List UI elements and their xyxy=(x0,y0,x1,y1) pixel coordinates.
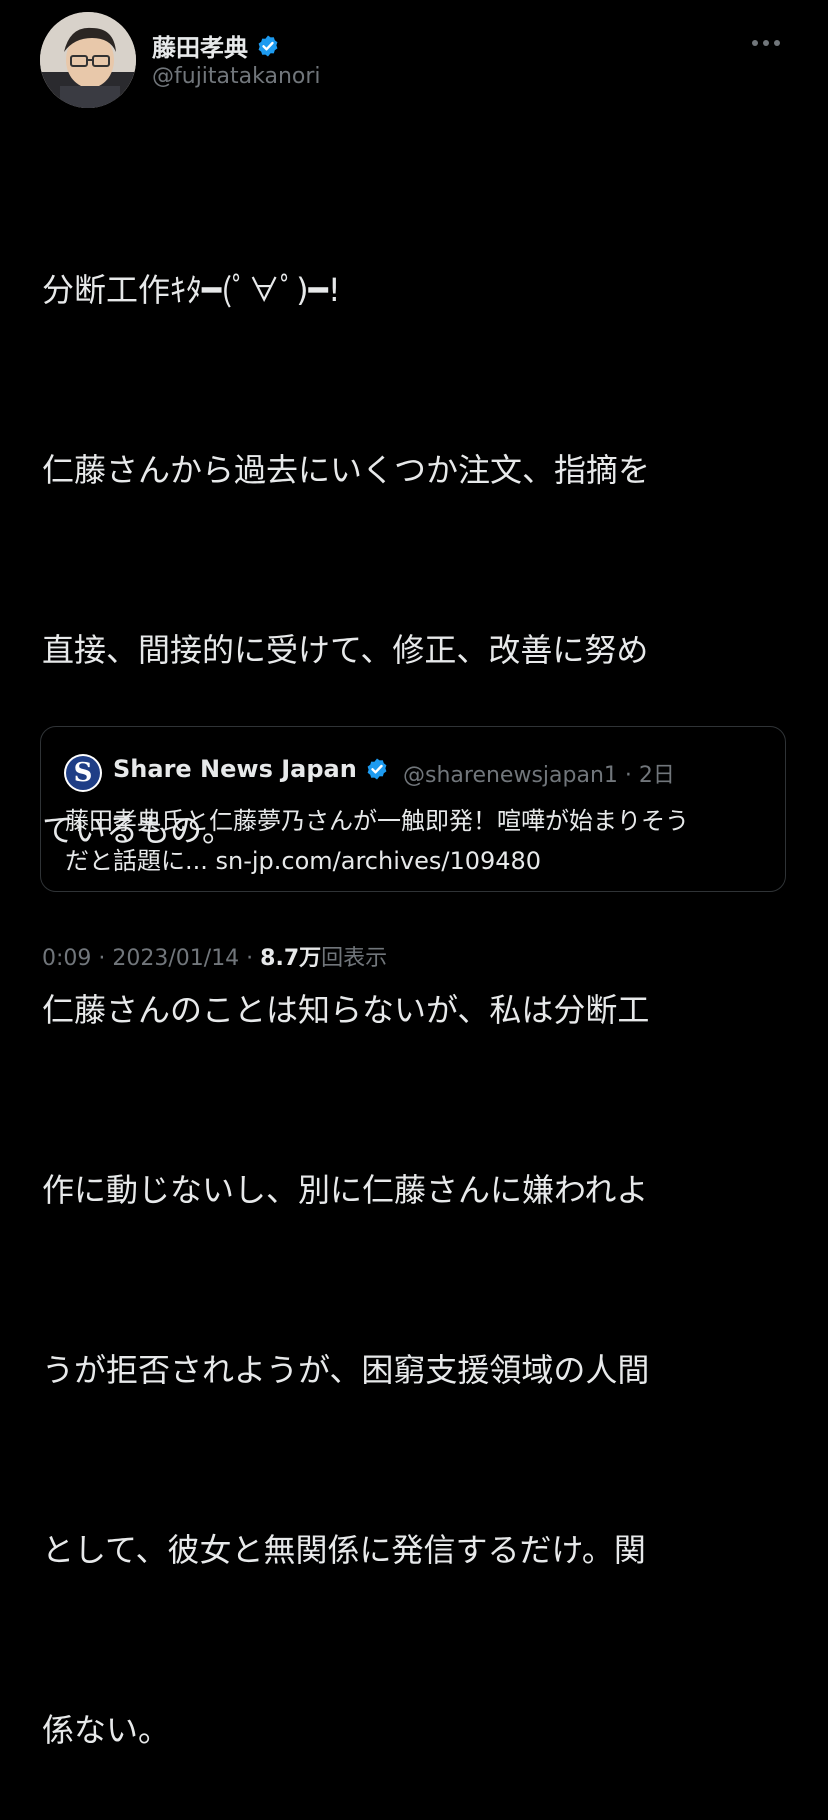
views-label: 回表示 xyxy=(321,946,388,971)
more-dot xyxy=(763,40,769,46)
tweet-line: うが拒否されようが、困窮支援領域の人間 xyxy=(42,1351,650,1389)
tweet-line: 仁藤さんから過去にいくつか注文、指摘を xyxy=(42,451,651,489)
quoted-tweet-text: 藤田孝典氏と仁藤夢乃さんが一触即発！喧嘩が始まりそう だと話題に... sn-j… xyxy=(65,801,765,881)
quoted-author-meta: @sharenewsjapan1 · 2日 xyxy=(403,763,675,788)
tweet-line: 直接、間接的に受けて、修正、改善に努め xyxy=(42,631,649,669)
verified-badge-icon xyxy=(258,35,278,56)
tweet-text: 分断工作ｷﾀ━(ﾟ∀ﾟ)━! 仁藤さんから過去にいくつか注文、指摘を 直接、間接… xyxy=(42,140,802,1820)
quoted-author-avatar: S xyxy=(64,754,102,792)
more-dot xyxy=(774,40,780,46)
author-avatar[interactable] xyxy=(40,12,136,108)
quoted-tweet-card[interactable]: S Share News Japan @sharenewsjapan1 · 2日… xyxy=(40,726,786,892)
quoted-author-name-row: Share News Japan xyxy=(113,755,389,783)
avatar-photo xyxy=(40,12,136,108)
more-dot xyxy=(752,40,758,46)
timestamp[interactable]: 0:09 · 2023/01/14 · xyxy=(42,946,260,971)
tweet-line: 分断工作ｷﾀ━(ﾟ∀ﾟ)━! xyxy=(42,271,341,309)
quoted-avatar-letter: S xyxy=(66,756,100,790)
quoted-text-line: だと話題に... sn-jp.com/archives/109480 xyxy=(65,847,542,875)
tweet-line: 作に動じないし、別に仁藤さんに嫌われよ xyxy=(42,1171,649,1209)
quoted-text-line: 藤田孝典氏と仁藤夢乃さんが一触即発！喧嘩が始まりそう xyxy=(65,807,689,835)
more-horizontal-icon[interactable] xyxy=(752,36,786,50)
author-name: 藤田孝典 xyxy=(152,34,248,62)
tweet-line: 係ない。 xyxy=(42,1711,171,1749)
tweet-line: 仁藤さんのことは知らないが、私は分断工 xyxy=(42,991,650,1029)
author-name-row[interactable]: 藤田孝典 xyxy=(152,28,280,63)
views-count: 8.7万 xyxy=(260,946,322,971)
verified-badge-icon xyxy=(367,758,387,780)
quoted-author-name: Share News Japan xyxy=(113,755,357,783)
tweet-line: として、彼女と無関係に発信するだけ。関 xyxy=(42,1531,646,1569)
tweet-timestamp-views: 0:09 · 2023/01/14 · 8.7万回表示 xyxy=(42,940,387,972)
author-handle[interactable]: @fujitatakanori xyxy=(152,64,321,89)
